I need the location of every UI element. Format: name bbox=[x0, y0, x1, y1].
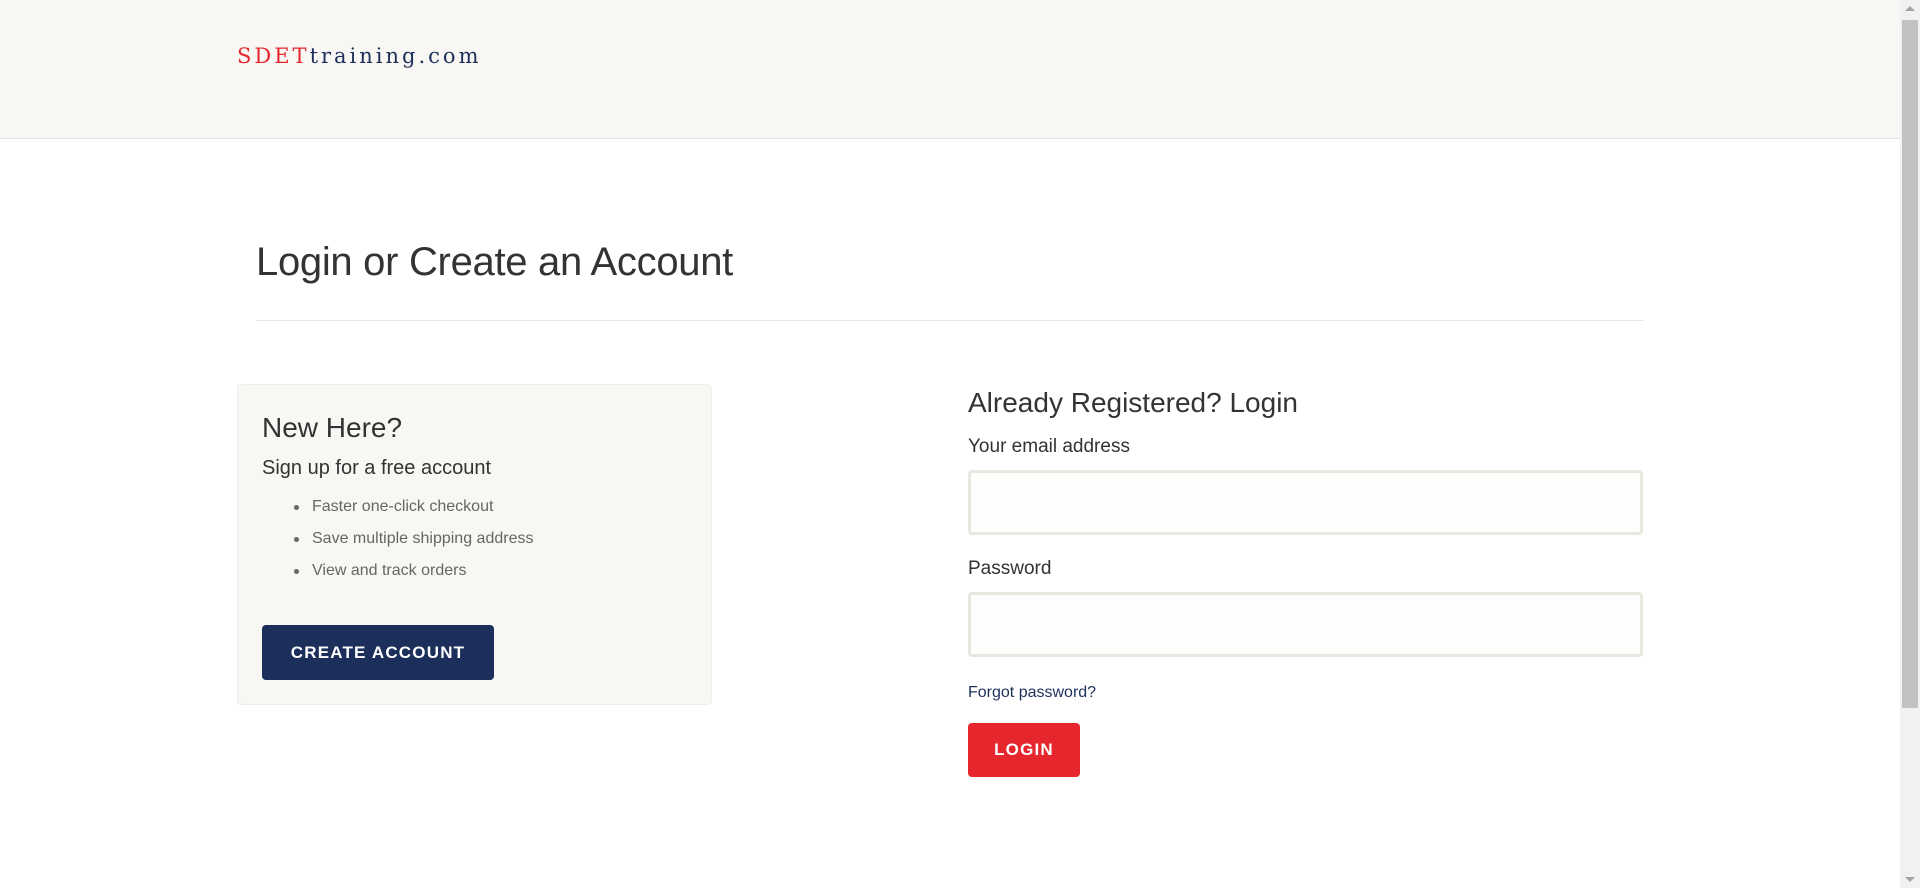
benefit-item: Faster one-click checkout bbox=[288, 497, 533, 529]
benefit-item: View and track orders bbox=[288, 561, 533, 593]
forgot-password-link[interactable]: Forgot password? bbox=[968, 684, 1096, 702]
logo-text-sdet: SDET bbox=[237, 44, 310, 68]
page-title: Login or Create an Account bbox=[256, 240, 733, 284]
site-logo[interactable]: SDETtraining.com bbox=[237, 44, 481, 68]
benefit-list: Faster one-click checkout Save multiple … bbox=[288, 497, 533, 593]
email-input[interactable] bbox=[968, 470, 1643, 535]
scrollbar-thumb[interactable] bbox=[1902, 20, 1918, 708]
password-input[interactable] bbox=[968, 592, 1643, 657]
email-label: Your email address bbox=[968, 436, 1130, 457]
new-account-heading: New Here? bbox=[262, 412, 403, 443]
new-account-panel: New Here? Sign up for a free account Fas… bbox=[237, 384, 712, 705]
scroll-up-arrow-icon[interactable] bbox=[1905, 6, 1915, 11]
scroll-down-arrow-icon[interactable] bbox=[1905, 877, 1915, 882]
login-button[interactable]: Login bbox=[968, 723, 1080, 777]
create-account-button[interactable]: Create Account bbox=[262, 625, 494, 680]
page-scrollbar[interactable] bbox=[1900, 0, 1920, 888]
benefit-item: Save multiple shipping address bbox=[288, 529, 533, 561]
logo-text-training: training.com bbox=[309, 44, 482, 68]
site-header: SDETtraining.com bbox=[0, 0, 1900, 139]
login-heading: Already Registered? Login bbox=[968, 387, 1298, 418]
new-account-subheading: Sign up for a free account bbox=[262, 457, 492, 479]
title-divider bbox=[256, 320, 1644, 321]
password-label: Password bbox=[968, 558, 1052, 579]
